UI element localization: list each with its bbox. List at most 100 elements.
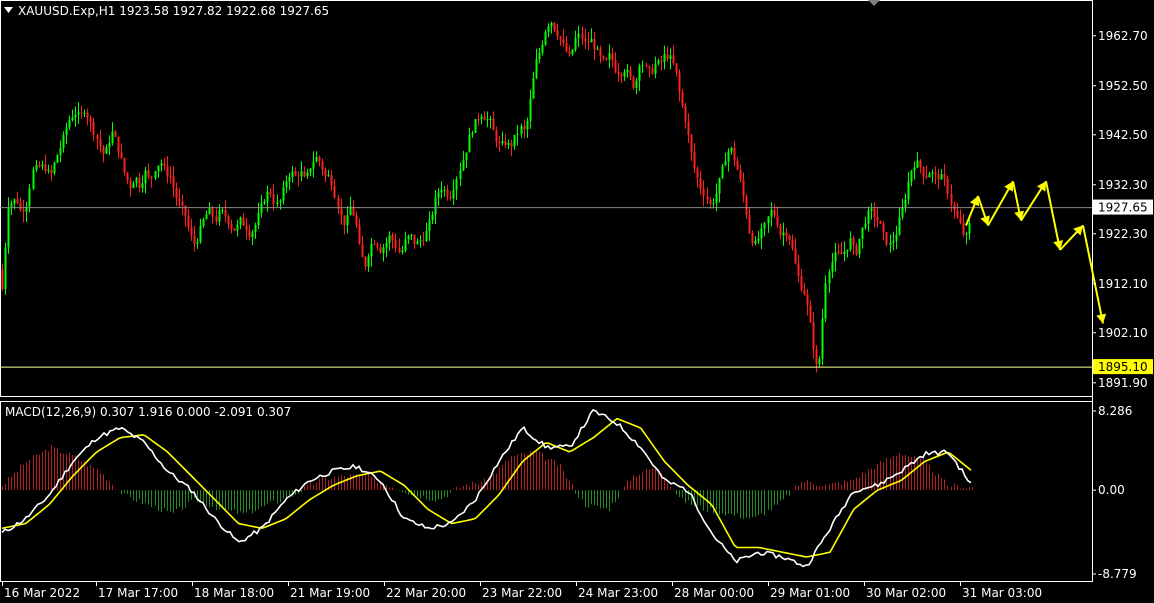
candle-body	[712, 203, 715, 205]
candle-body	[584, 38, 587, 42]
candle-body	[544, 31, 547, 45]
candle-body	[279, 200, 282, 203]
candle-body	[343, 215, 346, 226]
candle-body	[718, 177, 721, 194]
candle-body	[684, 105, 687, 122]
candle-body	[901, 206, 904, 218]
candle-body	[459, 170, 462, 180]
candle-body	[355, 215, 358, 226]
candle-body	[590, 38, 593, 43]
candle-body	[925, 175, 928, 178]
candle-body	[550, 22, 553, 27]
candle-body	[727, 151, 730, 162]
candle-body	[105, 147, 108, 154]
candle-body	[92, 121, 95, 135]
candle-body	[263, 201, 266, 204]
candle-body	[254, 225, 257, 233]
candle-body	[138, 177, 141, 188]
candle-body	[215, 216, 218, 222]
candle-body	[809, 305, 812, 323]
candle-body	[440, 190, 443, 193]
candle-body	[843, 251, 846, 255]
candle-body	[934, 172, 937, 175]
candle-body	[452, 189, 455, 199]
candle-body	[333, 185, 336, 198]
candle-body	[523, 125, 526, 130]
price-tick-label: 1942.50	[1098, 128, 1148, 142]
candle-body	[754, 240, 757, 244]
candle-body	[556, 30, 559, 37]
candle-body	[818, 358, 821, 365]
candle-body	[364, 257, 367, 267]
candle-body	[626, 69, 629, 73]
candle-body	[702, 188, 705, 197]
candle-body	[358, 225, 361, 244]
candle-body	[815, 349, 818, 365]
candle-body	[157, 165, 160, 172]
candle-body	[382, 247, 385, 253]
candle-body	[565, 42, 568, 52]
candle-body	[19, 202, 22, 211]
candle-body	[251, 232, 254, 238]
candle-body	[788, 235, 791, 240]
candle-body	[312, 161, 315, 169]
candle-body	[773, 209, 776, 216]
candle-body	[410, 234, 413, 236]
candle-body	[379, 247, 382, 253]
candle-body	[889, 242, 892, 245]
candle-body	[797, 263, 800, 276]
trading-chart[interactable]: 1962.70 1952.50 1942.50 1932.30 1922.30 1912.…	[0, 0, 1154, 603]
candle-body	[22, 210, 25, 212]
candle-body	[870, 208, 873, 211]
candle-body	[227, 215, 230, 225]
candle-body	[678, 72, 681, 93]
triangle-down-icon[interactable]	[4, 7, 13, 13]
candle-body	[489, 119, 492, 121]
price-panel-border	[0, 0, 1093, 397]
candle-body	[821, 318, 824, 359]
candle-body	[962, 222, 965, 235]
candle-body	[291, 171, 294, 178]
candle-body	[538, 52, 541, 60]
candle-body	[904, 199, 907, 207]
candle-body	[492, 119, 495, 131]
candle-body	[486, 119, 489, 121]
candle-body	[50, 169, 53, 174]
candle-body	[260, 203, 263, 214]
candle-body	[294, 171, 297, 176]
time-tick-label: 21 Mar 19:00	[290, 586, 370, 600]
candle-body	[483, 116, 486, 120]
candle-body	[65, 127, 68, 135]
candle-body	[824, 283, 827, 319]
candle-body	[651, 68, 654, 74]
price-tick-label: 1922.30	[1098, 227, 1148, 241]
candle-body	[840, 252, 843, 255]
candle-body	[837, 252, 840, 254]
candle-body	[846, 249, 849, 252]
time-tick-label: 23 Mar 22:00	[482, 586, 562, 600]
candle-body	[230, 224, 233, 229]
candle-body	[35, 164, 38, 170]
candle-body	[937, 174, 940, 180]
candle-body	[635, 80, 638, 88]
candle-body	[99, 139, 102, 147]
macd-tick-label: 0.00	[1098, 483, 1125, 497]
candle-body	[205, 214, 208, 220]
candle-body	[419, 240, 422, 242]
candle-body	[321, 161, 324, 170]
candle-body	[446, 189, 449, 197]
chart-shift-marker-icon[interactable]	[868, 0, 880, 6]
candle-body	[669, 55, 672, 59]
candle-body	[462, 159, 465, 171]
candle-body	[916, 160, 919, 168]
candle-body	[736, 160, 739, 170]
candle-body	[803, 290, 806, 295]
candle-body	[623, 72, 626, 77]
candle-body	[221, 209, 224, 211]
candle-body	[132, 182, 135, 189]
price-tick-label: 1891.90	[1098, 376, 1148, 390]
candle-body	[144, 170, 147, 184]
candle-body	[169, 176, 172, 178]
candle-body	[876, 216, 879, 221]
candle-body	[187, 216, 190, 228]
